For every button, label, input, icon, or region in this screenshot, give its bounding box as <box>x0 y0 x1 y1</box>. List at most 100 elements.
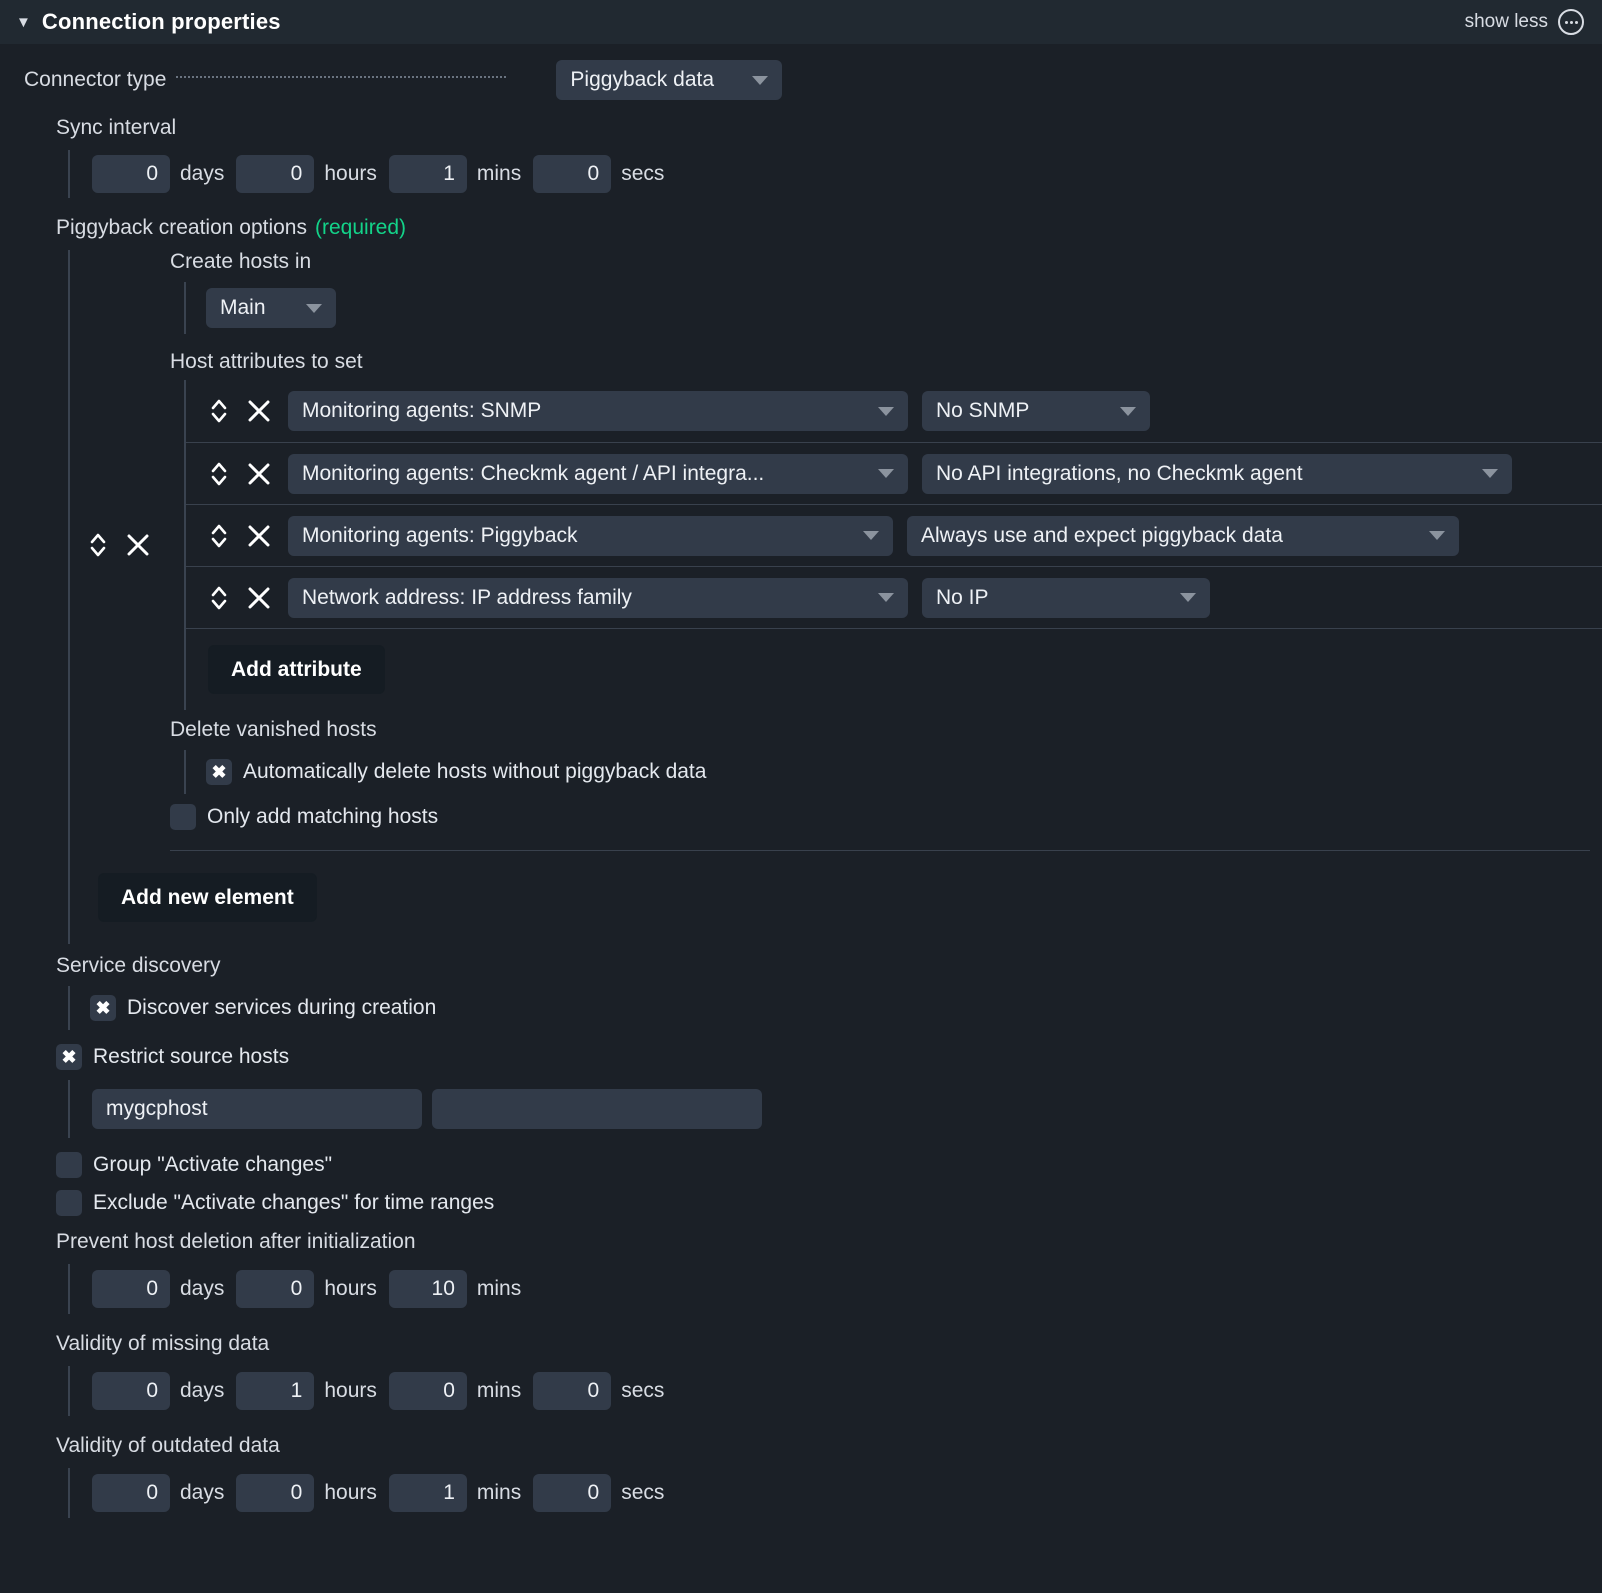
connection-properties-header[interactable]: ▼ Connection properties show less <box>0 0 1602 44</box>
outdated-hours-unit: hours <box>324 1481 377 1504</box>
attribute-value-select[interactable]: Always use and expect piggyback data <box>907 515 1459 556</box>
only-add-matching-hosts-checkbox[interactable]: ✖ <box>170 804 196 830</box>
missing-days-input[interactable]: 0 <box>92 1372 170 1410</box>
source-host-input-2[interactable] <box>432 1089 762 1129</box>
sync-interval-group: Sync interval 0 days 0 hours 1 mins 0 se… <box>0 116 1602 198</box>
show-less-link[interactable]: show less <box>1465 11 1548 33</box>
remove-x-icon[interactable] <box>244 459 274 489</box>
connector-type-label: Connector type <box>24 68 167 91</box>
service-discovery-label: Service discovery <box>56 954 221 977</box>
validity-missing-data-group: Validity of missing data 0 days 1 hours … <box>0 1332 1602 1416</box>
attribute-value-select[interactable]: No API integrations, no Checkmk agent <box>922 453 1512 494</box>
sync-hours-unit: hours <box>324 162 377 185</box>
sort-updown-icon[interactable] <box>87 530 109 560</box>
required-marker: (required) <box>315 216 407 239</box>
chevron-down-icon <box>752 75 769 85</box>
create-hosts-in-field: Main <box>184 282 1602 334</box>
chevron-down-icon <box>1120 406 1136 416</box>
discover-services-label: Discover services during creation <box>127 996 437 1019</box>
sort-updown-icon[interactable] <box>208 459 230 489</box>
group-activate-changes-row: ✖ Group "Activate changes" <box>0 1152 1602 1178</box>
remove-x-icon[interactable] <box>244 583 274 613</box>
restrict-source-hosts-label: Restrict source hosts <box>93 1045 290 1068</box>
outdated-hours-input[interactable]: 0 <box>236 1474 315 1512</box>
prevent-host-deletion-fields: 0 days 0 hours 10 mins <box>68 1264 1602 1314</box>
attribute-key-select[interactable]: Monitoring agents: Piggyback <box>288 515 893 556</box>
prevent-mins-input[interactable]: 10 <box>388 1270 467 1308</box>
only-add-matching-hosts-row: ✖ Only add matching hosts <box>170 804 1602 830</box>
validity-outdated-data-group: Validity of outdated data 0 days 0 hours… <box>0 1434 1602 1518</box>
piggyback-creation-group: Piggyback creation options (required) Cr… <box>0 216 1602 944</box>
connector-type-select[interactable]: Piggyback data <box>556 60 783 100</box>
chevron-down-icon <box>1180 593 1196 602</box>
delete-vanished-hosts-group: Delete vanished hosts ✖ Automatically de… <box>170 718 1602 794</box>
attribute-key-select[interactable]: Monitoring agents: Checkmk agent / API i… <box>288 453 908 494</box>
auto-delete-hosts-checkbox[interactable]: ✖ <box>206 759 232 785</box>
outdated-secs-input[interactable]: 0 <box>533 1474 612 1512</box>
attribute-value-text: No IP <box>936 585 989 609</box>
attribute-key-select[interactable]: Network address: IP address family <box>288 577 908 618</box>
missing-secs-input[interactable]: 0 <box>533 1372 612 1410</box>
outdated-mins-input[interactable]: 1 <box>388 1474 467 1512</box>
piggyback-element: Create hosts in Main Host attributes to … <box>56 250 1602 851</box>
service-discovery-field: ✖ Discover services during creation <box>68 986 1602 1030</box>
prevent-days-input[interactable]: 0 <box>92 1270 170 1308</box>
attribute-key-select[interactable]: Monitoring agents: SNMP <box>288 391 908 431</box>
add-new-element-button[interactable]: Add new element <box>98 873 317 922</box>
attribute-value-text: No API integrations, no Checkmk agent <box>936 461 1303 485</box>
attribute-key-value: Monitoring agents: SNMP <box>302 399 542 422</box>
source-host-input-1[interactable]: mygcphost <box>92 1089 422 1129</box>
prevent-days-unit: days <box>180 1277 225 1300</box>
sync-days-input[interactable]: 0 <box>92 155 170 193</box>
host-attributes-table: Monitoring agents: SNMP No SNMP Monitoring… <box>186 380 1602 629</box>
add-attribute-button[interactable]: Add attribute <box>208 645 385 694</box>
chevron-down-icon <box>863 531 879 540</box>
ellipsis-icon[interactable] <box>1558 9 1584 35</box>
attribute-value-text: No SNMP <box>936 399 1030 422</box>
outdated-days-input[interactable]: 0 <box>92 1474 170 1512</box>
attribute-value-select[interactable]: No IP <box>922 577 1210 618</box>
validity-missing-data-fields: 0 days 1 hours 0 mins 0 secs <box>68 1366 1602 1416</box>
create-hosts-in-select[interactable]: Main <box>206 288 336 328</box>
create-hosts-in-group: Create hosts in Main <box>170 250 1602 334</box>
collapse-caret-icon[interactable]: ▼ <box>16 15 31 30</box>
row-controls <box>208 396 274 426</box>
sort-updown-icon[interactable] <box>208 521 230 551</box>
exclude-activate-changes-row: ✖ Exclude "Activate changes" for time ra… <box>0 1190 1602 1216</box>
group-activate-changes-checkbox[interactable]: ✖ <box>56 1152 82 1178</box>
restrict-source-hosts-checkbox[interactable]: ✖ <box>56 1044 82 1070</box>
page-title: Connection properties <box>41 9 281 34</box>
row-controls <box>208 459 274 489</box>
missing-days-unit: days <box>180 1379 225 1402</box>
prevent-host-deletion-label: Prevent host deletion after initializati… <box>56 1230 416 1253</box>
chevron-down-icon <box>878 469 894 478</box>
host-attributes-label: Host attributes to set <box>170 350 363 373</box>
missing-mins-input[interactable]: 0 <box>388 1372 467 1410</box>
missing-hours-input[interactable]: 1 <box>236 1372 315 1410</box>
exclude-activate-changes-checkbox[interactable]: ✖ <box>56 1190 82 1216</box>
table-row: Monitoring agents: Piggyback Always use a… <box>186 504 1602 566</box>
prevent-hours-input[interactable]: 0 <box>236 1270 315 1308</box>
sync-interval-label: Sync interval <box>56 116 177 139</box>
piggyback-creation-label: Piggyback creation options <box>56 216 307 239</box>
sync-mins-input[interactable]: 1 <box>388 155 467 193</box>
chevron-down-icon <box>878 406 894 416</box>
remove-x-icon[interactable] <box>244 521 274 551</box>
sync-interval-fields: 0 days 0 hours 1 mins 0 secs <box>68 150 1602 198</box>
host-attributes-group: Host attributes to set Monitoring agents… <box>170 350 1602 710</box>
remove-x-icon[interactable] <box>123 530 153 560</box>
sort-updown-icon[interactable] <box>208 396 230 426</box>
attribute-value-select[interactable]: No SNMP <box>922 391 1150 431</box>
missing-hours-unit: hours <box>324 1379 377 1402</box>
attribute-value-text: Always use and expect piggyback data <box>921 523 1283 547</box>
discover-services-checkbox[interactable]: ✖ <box>90 995 116 1021</box>
sort-updown-icon[interactable] <box>208 583 230 613</box>
validity-outdated-data-fields: 0 days 0 hours 1 mins 0 secs <box>68 1468 1602 1518</box>
prevent-host-deletion-group: Prevent host deletion after initializati… <box>0 1230 1602 1314</box>
service-discovery-group: Service discovery ✖ Discover services du… <box>0 954 1602 1030</box>
sync-hours-input[interactable]: 0 <box>236 155 315 193</box>
remove-x-icon[interactable] <box>244 396 274 426</box>
element-divider <box>170 850 1590 851</box>
table-row: Network address: IP address family No IP <box>186 566 1602 628</box>
sync-secs-input[interactable]: 0 <box>533 155 612 193</box>
